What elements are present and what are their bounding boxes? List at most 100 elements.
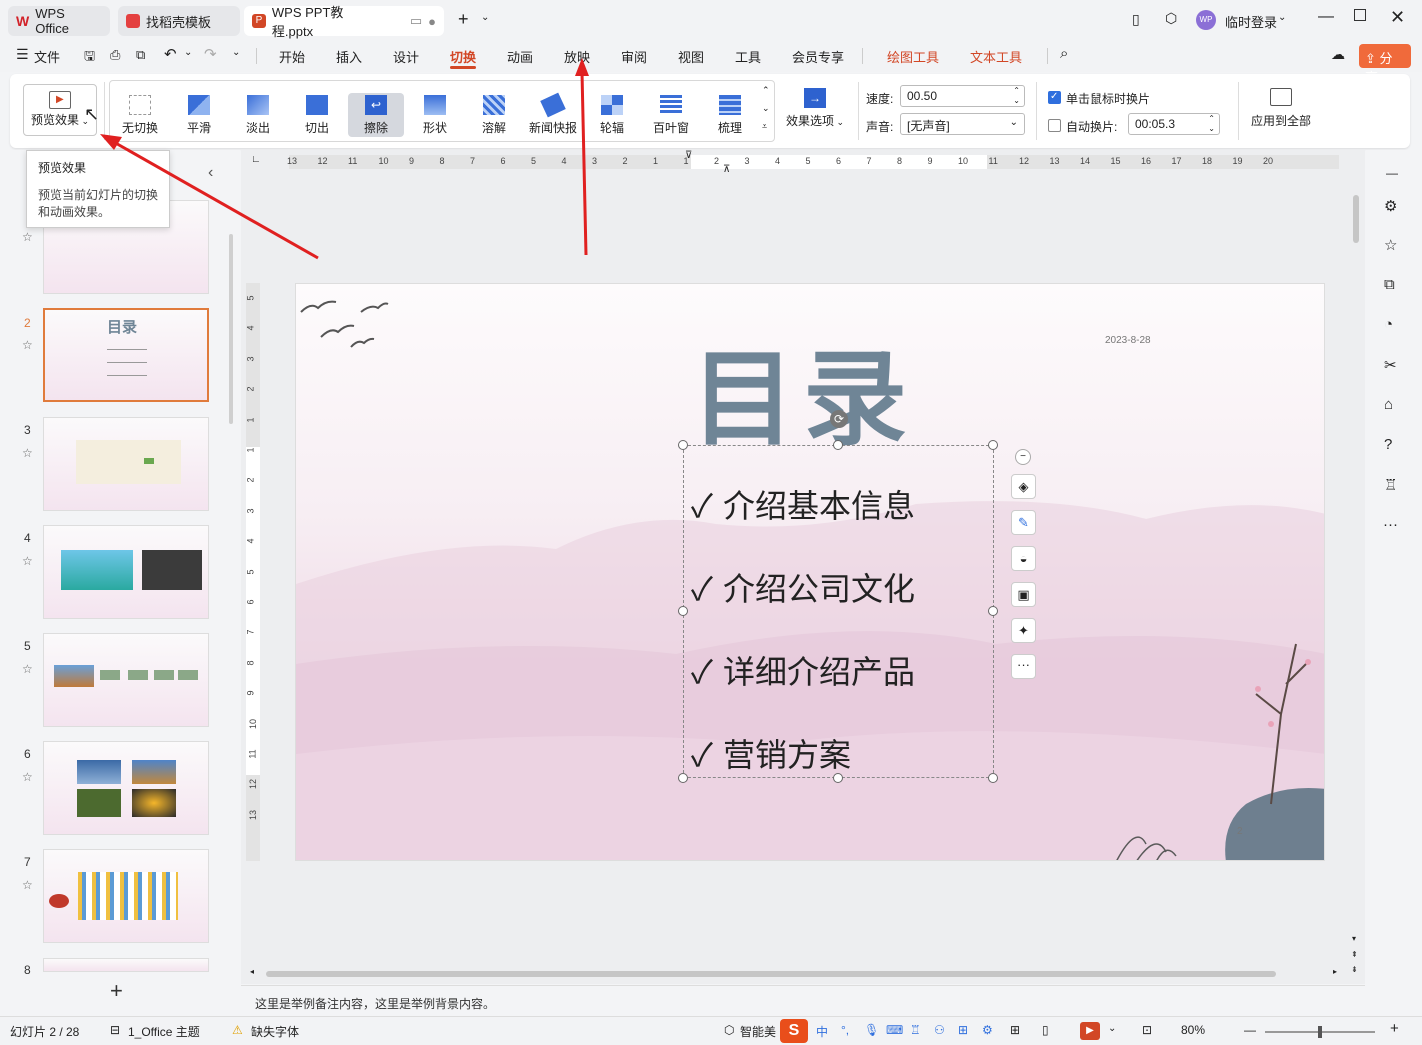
star-icon[interactable]: ☆ xyxy=(22,770,33,784)
tab-pptx[interactable]: P WPS PPT教程.pptx ▭ ● xyxy=(244,5,444,39)
add-slide-button[interactable]: + xyxy=(110,978,123,1004)
menu-tools[interactable]: 工具 xyxy=(735,47,761,66)
slide-thumb-5[interactable] xyxy=(43,633,209,727)
star-icon[interactable]: ☆ xyxy=(22,662,33,676)
collapse-panel-icon[interactable]: ‹ xyxy=(208,164,213,182)
resize-handle[interactable] xyxy=(833,440,843,450)
menu-design[interactable]: 设计 xyxy=(393,47,419,66)
avatar[interactable]: WP xyxy=(1196,10,1216,30)
resize-handle[interactable] xyxy=(988,440,998,450)
ime-chinese-icon[interactable]: 中 xyxy=(816,1023,828,1040)
hamburger-icon[interactable]: ☰ xyxy=(16,46,29,63)
bullet-item[interactable]: ✓ 营销方案 xyxy=(691,730,851,776)
notes-pane[interactable]: 这里是举例备注内容，这里是举例背景内容。 xyxy=(241,985,1365,1016)
zoom-level[interactable]: 80% xyxy=(1181,1023,1205,1037)
missing-font[interactable]: 缺失字体 xyxy=(251,1023,299,1040)
effect-options-button[interactable]: → 效果选项 ⌄ xyxy=(782,86,848,132)
bullet-item[interactable]: ✓ 介绍基本信息 xyxy=(691,481,915,527)
close-icon[interactable]: ✕ xyxy=(1390,7,1405,28)
print-icon[interactable]: ⎙ xyxy=(110,47,120,63)
game-icon[interactable]: ⚇ xyxy=(934,1023,945,1037)
menu-home[interactable]: 开始 xyxy=(279,47,305,66)
horizontal-scrollbar[interactable] xyxy=(266,971,1276,977)
transition-smooth[interactable]: 平滑 xyxy=(171,93,227,137)
play-slideshow-button[interactable]: ▶ xyxy=(1080,1022,1100,1040)
star-icon[interactable]: ☆ xyxy=(22,338,33,352)
settings-icon[interactable]: ⚙ xyxy=(982,1023,993,1037)
stepper-arrows-icon[interactable]: ⌃ ⌄ xyxy=(1013,86,1020,106)
save-icon[interactable]: 🖫 xyxy=(84,47,95,69)
login-label[interactable]: 临时登录 xyxy=(1225,12,1277,31)
shirt-icon[interactable]: ♖ xyxy=(910,1023,921,1037)
next-page-icon[interactable]: ⇟ xyxy=(1351,965,1358,974)
ime-logo-icon[interactable]: S xyxy=(780,1019,808,1043)
magic-icon[interactable]: ✦ xyxy=(1011,618,1036,643)
reading-view-icon[interactable]: ▯ xyxy=(1042,1023,1049,1037)
slide-thumb-7[interactable] xyxy=(43,849,209,943)
print-preview-icon[interactable]: ⧉ xyxy=(136,47,145,63)
scroll-left-icon[interactable]: ◂ xyxy=(250,967,254,976)
layers-icon[interactable]: ◈ xyxy=(1011,474,1036,499)
zoom-slider-thumb[interactable] xyxy=(1318,1026,1322,1038)
star-icon[interactable]: ☆ xyxy=(22,554,33,568)
zoom-in-icon[interactable]: + xyxy=(1390,1020,1399,1037)
star-icon[interactable]: ☆ xyxy=(1384,236,1397,254)
microphone-icon[interactable]: 🎙 xyxy=(864,1023,879,1037)
stepper-arrows-icon[interactable]: ⌃ ⌄ xyxy=(1208,114,1215,134)
slide-thumb-6[interactable] xyxy=(43,741,209,835)
copy-icon[interactable]: ⧉ xyxy=(1384,276,1395,293)
frame-icon[interactable]: ▣ xyxy=(1011,582,1036,607)
menu-text-tools[interactable]: 文本工具 xyxy=(970,47,1022,66)
transition-cut[interactable]: 切出 xyxy=(289,93,345,137)
transition-wipe[interactable]: ↩ 擦除 xyxy=(348,93,404,137)
book-icon[interactable]: ⌂ xyxy=(1384,396,1393,413)
star-icon[interactable]: ☆ xyxy=(22,878,33,892)
maximize-icon[interactable] xyxy=(1354,9,1366,21)
resize-handle[interactable] xyxy=(678,773,688,783)
adjust-icon[interactable]: ⚙ xyxy=(1384,197,1397,215)
fill-icon[interactable]: ◒ xyxy=(1011,546,1036,571)
transition-newsflash[interactable]: 新闻快报 xyxy=(525,92,581,137)
new-tab-button[interactable]: + xyxy=(458,9,469,30)
menu-drawing-tools[interactable]: 绘图工具 xyxy=(887,47,939,66)
tab-stop-icon[interactable]: ∟ xyxy=(251,154,261,165)
slide-date[interactable]: 2023-8-28 xyxy=(1105,335,1151,346)
smart-beautify[interactable]: 智能美 xyxy=(740,1023,776,1040)
animation-icon[interactable]: ◔ xyxy=(1384,316,1393,333)
slide-thumb-8[interactable] xyxy=(43,958,209,972)
resize-handle[interactable] xyxy=(988,606,998,616)
gallery-scroll-down-icon[interactable]: ⌄ xyxy=(762,103,770,114)
apps-icon[interactable]: ⊞ xyxy=(958,1023,968,1037)
transition-dissolve[interactable]: 溶解 xyxy=(466,93,522,137)
thumbnail-scrollbar[interactable] xyxy=(229,234,233,424)
undo-icon[interactable]: ↶ xyxy=(164,45,177,63)
apply-all-button[interactable]: 应用到全部 xyxy=(1246,86,1316,132)
slide-title[interactable]: 目录 xyxy=(691,314,915,465)
collapse-toolbar-icon[interactable]: − xyxy=(1015,449,1031,465)
more-icon[interactable]: ··· xyxy=(1383,516,1398,533)
normal-view-icon[interactable]: ⊞ xyxy=(1010,1023,1020,1037)
menu-transition[interactable]: 切换 xyxy=(450,47,476,66)
transition-fade[interactable]: 淡出 xyxy=(230,93,286,137)
cloud-icon[interactable]: ☁ xyxy=(1331,46,1345,63)
slide-thumb-2[interactable]: 目录 xyxy=(43,308,209,402)
scroll-right-icon[interactable]: ▸ xyxy=(1333,967,1337,976)
transition-comb[interactable]: 梳理 xyxy=(702,93,758,137)
transition-none[interactable]: 无切换 xyxy=(112,93,168,137)
gallery-scroll-up-icon[interactable]: ⌃ xyxy=(762,85,770,96)
transition-blinds[interactable]: 百叶窗 xyxy=(643,93,699,137)
transition-shape[interactable]: 形状 xyxy=(407,93,463,137)
layout-icon[interactable]: ▯ xyxy=(1132,11,1140,28)
transition-wheel[interactable]: 轮辐 xyxy=(584,93,640,137)
auto-advance-stepper[interactable]: 00:05.3 ⌃ ⌄ xyxy=(1128,113,1220,135)
minimize-icon[interactable]: — xyxy=(1318,8,1334,26)
chevron-down-icon[interactable]: ⌄ xyxy=(481,12,489,23)
share-button[interactable]: ⇪ 分享 xyxy=(1359,44,1411,85)
tab-template[interactable]: 找稻壳模板 xyxy=(118,6,240,36)
more-icon[interactable]: ··· xyxy=(1011,654,1036,679)
menu-view[interactable]: 视图 xyxy=(678,47,704,66)
tab-wps-office[interactable]: W WPS Office xyxy=(8,6,110,36)
bullet-item[interactable]: ✓ 介绍公司文化 xyxy=(691,564,915,610)
keyboard-icon[interactable]: ⌨ xyxy=(886,1023,903,1037)
rotate-handle-icon[interactable]: ⟳ xyxy=(830,410,848,428)
